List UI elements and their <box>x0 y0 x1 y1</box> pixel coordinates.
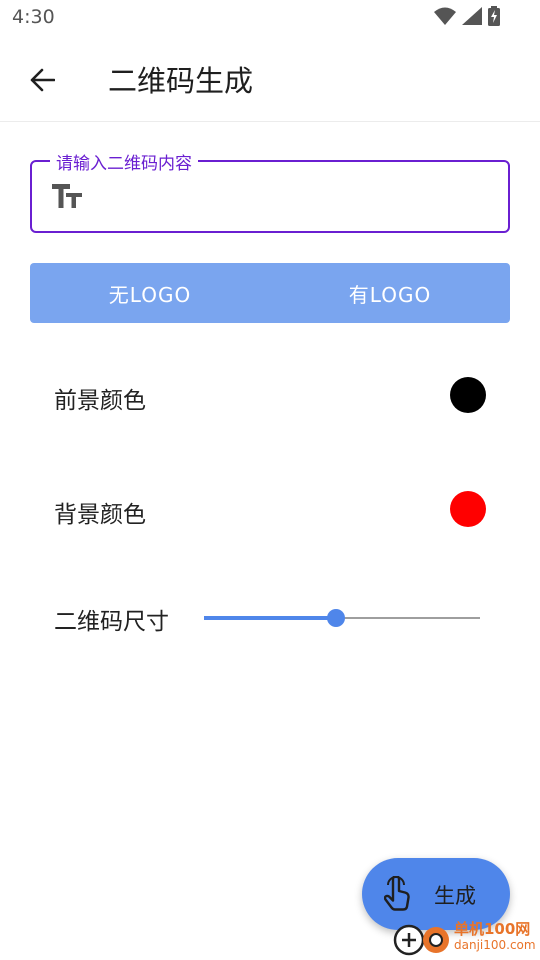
status-time: 4:30 <box>12 6 55 28</box>
logo-toggle: 无LOGO 有LOGO <box>30 263 510 323</box>
qr-content-label: 请输入二维码内容 <box>50 149 198 174</box>
qr-size-slider-fill <box>204 616 337 620</box>
touch-icon <box>384 876 410 911</box>
qr-content-input[interactable] <box>102 178 492 214</box>
no-logo-option[interactable]: 无LOGO <box>30 263 270 323</box>
generate-label: 生成 <box>434 884 476 908</box>
text-size-icon <box>52 184 82 208</box>
page-title: 二维码生成 <box>108 64 254 98</box>
foreground-color-row[interactable]: 前景颜色 <box>30 365 510 425</box>
with-logo-option[interactable]: 有LOGO <box>270 263 510 323</box>
signal-icon <box>462 7 482 25</box>
screen: 4:30 二维码生成 请输入二维码内容 无LOGO 有LOGO 前景颜色 背景颜… <box>0 0 540 960</box>
qr-size-slider[interactable] <box>204 609 480 627</box>
status-icons <box>434 6 500 26</box>
foreground-color-swatch[interactable] <box>450 377 486 413</box>
back-button[interactable] <box>22 60 62 100</box>
background-color-row[interactable]: 背景颜色 <box>30 479 510 539</box>
qr-size-slider-thumb[interactable] <box>327 609 346 627</box>
background-color-swatch[interactable] <box>450 491 486 527</box>
qr-content-field[interactable]: 请输入二维码内容 <box>30 149 510 233</box>
foreground-color-label: 前景颜色 <box>54 388 146 414</box>
watermark-logo-icon <box>393 924 449 956</box>
battery-icon <box>488 6 500 26</box>
app-bar: 二维码生成 <box>0 36 540 122</box>
arrow-back-icon <box>30 68 55 92</box>
watermark-brand: 单机100网 <box>454 920 531 938</box>
background-color-label: 背景颜色 <box>54 502 146 528</box>
qr-size-row: 二维码尺寸 <box>30 586 510 646</box>
watermark-url: danji100.com <box>454 938 536 952</box>
qr-size-label: 二维码尺寸 <box>54 609 169 635</box>
wifi-icon <box>434 7 456 25</box>
status-bar: 4:30 <box>0 0 540 36</box>
watermark: 单机100网 danji100.com <box>392 916 540 960</box>
